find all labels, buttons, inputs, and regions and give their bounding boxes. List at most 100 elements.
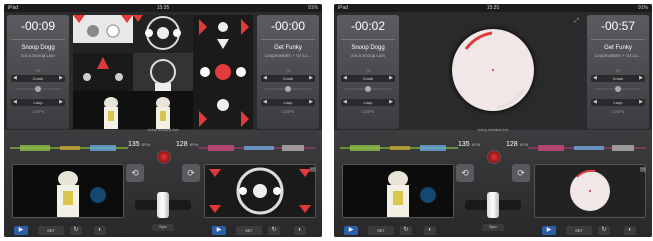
next-arrow-icon[interactable]: ▶ (639, 99, 643, 106)
snoop-video-tile (73, 91, 133, 129)
next-arrow-icon[interactable]: ▶ (309, 75, 313, 82)
deck-a-preview[interactable] (342, 164, 454, 218)
deck-a-loop-control[interactable]: ◀ Loop ▶ (341, 99, 395, 106)
deck-a-fx-button[interactable]: ⟲ (126, 164, 144, 182)
deck-b-waveform[interactable] (528, 144, 646, 152)
battery-label: 91% (637, 5, 648, 11)
scratch-platter[interactable] (452, 29, 534, 111)
deck-a-scratch-button[interactable]: ◐ (424, 226, 436, 235)
deck-a-loop-control[interactable]: ◀ Loop ▶ (11, 99, 65, 106)
deck-b-loop-control[interactable]: ◀ Loop ▶ (591, 99, 645, 106)
deck-a-track: Snoop Dogg (351, 45, 385, 51)
settings-icon[interactable]: ▤ (310, 166, 316, 173)
deck-b-track: Get Funky (274, 45, 302, 51)
deck-a-crush-control[interactable]: ◀ Crush ▶ (341, 75, 395, 82)
deck-b-crush-control[interactable]: ◀ Crush ▶ (591, 75, 645, 82)
deck-b-loop-control[interactable]: ◀ Loop ▶ (261, 99, 315, 106)
deck-a-panel: -00:02 Snoop Dogg a.k.a Snoop Lion FX ◀ … (337, 15, 399, 129)
crossfader-handle[interactable] (487, 192, 499, 218)
deck-a-loop-label: Loop (363, 100, 373, 105)
deck-a-time: -00:02 (350, 19, 386, 33)
crossfader[interactable] (465, 192, 521, 218)
deck-b-fx-button[interactable]: ⟳ (182, 164, 200, 182)
deck-b-artist: Loopmasters + VJ Lo... (264, 53, 312, 58)
battery-label: 91% (307, 5, 318, 11)
prev-arrow-icon[interactable]: ◀ (593, 99, 597, 106)
sync-button[interactable]: Sync (152, 224, 174, 231)
prev-arrow-icon[interactable]: ◀ (263, 99, 267, 106)
deck-a-loops-caption: LOOPS (361, 110, 375, 114)
deck-a-set-button[interactable]: SET (368, 226, 394, 235)
prev-arrow-icon[interactable]: ◀ (13, 99, 17, 106)
deck-b-fx-slider[interactable] (595, 86, 641, 92)
deck-a-fx-button[interactable]: ⟲ (456, 164, 474, 182)
deck-a-bpm: 135 BPM (458, 141, 481, 148)
deck-b-panel: -00:57 Get Funky Loopmasters + VJ Lo... … (587, 15, 649, 129)
slider-knob[interactable] (285, 86, 291, 92)
next-arrow-icon[interactable]: ▶ (59, 99, 63, 106)
slider-knob[interactable] (365, 86, 371, 92)
deck-b-bpm: 128 BPM (176, 141, 199, 148)
deck-b-play-button[interactable]: ▶ (542, 226, 556, 235)
prev-arrow-icon[interactable]: ◀ (263, 75, 267, 82)
next-arrow-icon[interactable]: ▶ (309, 99, 313, 106)
deck-b-scratch-button[interactable]: ◐ (624, 226, 636, 235)
next-arrow-icon[interactable]: ▶ (639, 75, 643, 82)
deck-a-loop-button[interactable]: ↻ (400, 226, 412, 235)
deck-b-play-button[interactable]: ▶ (212, 226, 226, 235)
deck-a-crush-label: Crush (362, 76, 374, 81)
deck-b-loop-button[interactable]: ↻ (268, 226, 280, 235)
deck-b-preview[interactable] (204, 164, 316, 218)
prev-arrow-icon[interactable]: ◀ (13, 75, 17, 82)
deck-a-set-button[interactable]: SET (38, 226, 64, 235)
deck-b-crush-control[interactable]: ◀ Crush ▶ (261, 75, 315, 82)
deck-a-scratch-button[interactable]: ◐ (94, 226, 106, 235)
prev-arrow-icon[interactable]: ◀ (593, 75, 597, 82)
deck-b-fx-button[interactable]: ⟳ (512, 164, 530, 182)
pattern-tile (73, 53, 133, 91)
video-grid[interactable] (73, 15, 253, 129)
deck-b-loop-button[interactable]: ↻ (598, 226, 610, 235)
prev-arrow-icon[interactable]: ◀ (343, 75, 347, 82)
deck-b-set-button[interactable]: SET (566, 226, 592, 235)
crossfader-handle[interactable] (157, 192, 169, 218)
deck-a-waveform[interactable] (10, 144, 128, 152)
slider-knob[interactable] (35, 86, 41, 92)
deck-b-scratch-button[interactable]: ◐ (294, 226, 306, 235)
clock-label: 15:35 (486, 5, 500, 11)
deck-a-crush-control[interactable]: ◀ Crush ▶ (11, 75, 65, 82)
expand-icon[interactable]: ⤢ (574, 18, 579, 25)
prev-arrow-icon[interactable]: ◀ (343, 99, 347, 106)
deck-a-loop-button[interactable]: ↻ (70, 226, 82, 235)
deck-b-fx-slider[interactable] (265, 86, 311, 92)
deck-a-preview[interactable] (12, 164, 124, 218)
deck-b-set-button[interactable]: SET (236, 226, 262, 235)
deck-a-waveform[interactable] (340, 144, 458, 152)
pattern-tile (193, 15, 253, 53)
deck-b-preview[interactable] (534, 164, 646, 218)
pattern-tile (133, 53, 193, 91)
deck-b-time: -00:00 (270, 19, 306, 33)
crossfader[interactable] (135, 192, 191, 218)
deck-a-play-button[interactable]: ▶ (344, 226, 358, 235)
deck-b-crush-label: Crush (612, 76, 624, 81)
pattern-tile (193, 91, 253, 129)
record-button[interactable] (487, 150, 501, 164)
deck-a-fx-caption: FX (365, 69, 371, 73)
deck-a-play-button[interactable]: ▶ (14, 226, 28, 235)
next-arrow-icon[interactable]: ▶ (389, 99, 393, 106)
deck-a-fx-slider[interactable] (15, 86, 61, 92)
deck-b-waveform[interactable] (198, 144, 316, 152)
deck-a-fx-slider[interactable] (345, 86, 391, 92)
sync-button[interactable]: Sync (482, 224, 504, 231)
next-arrow-icon[interactable]: ▶ (59, 75, 63, 82)
next-arrow-icon[interactable]: ▶ (389, 75, 393, 82)
settings-icon[interactable]: ▤ (640, 166, 646, 173)
record-button[interactable] (157, 150, 171, 164)
deck-b-loop-label: Loop (613, 100, 623, 105)
slider-knob[interactable] (615, 86, 621, 92)
deck-b-artist: Loopmasters + VJ Lo... (594, 53, 642, 58)
deck-a-artist: a.k.a Snoop Lion (21, 53, 55, 58)
scratch-view[interactable]: ⤢ (403, 15, 583, 129)
pattern-tile (193, 53, 253, 91)
